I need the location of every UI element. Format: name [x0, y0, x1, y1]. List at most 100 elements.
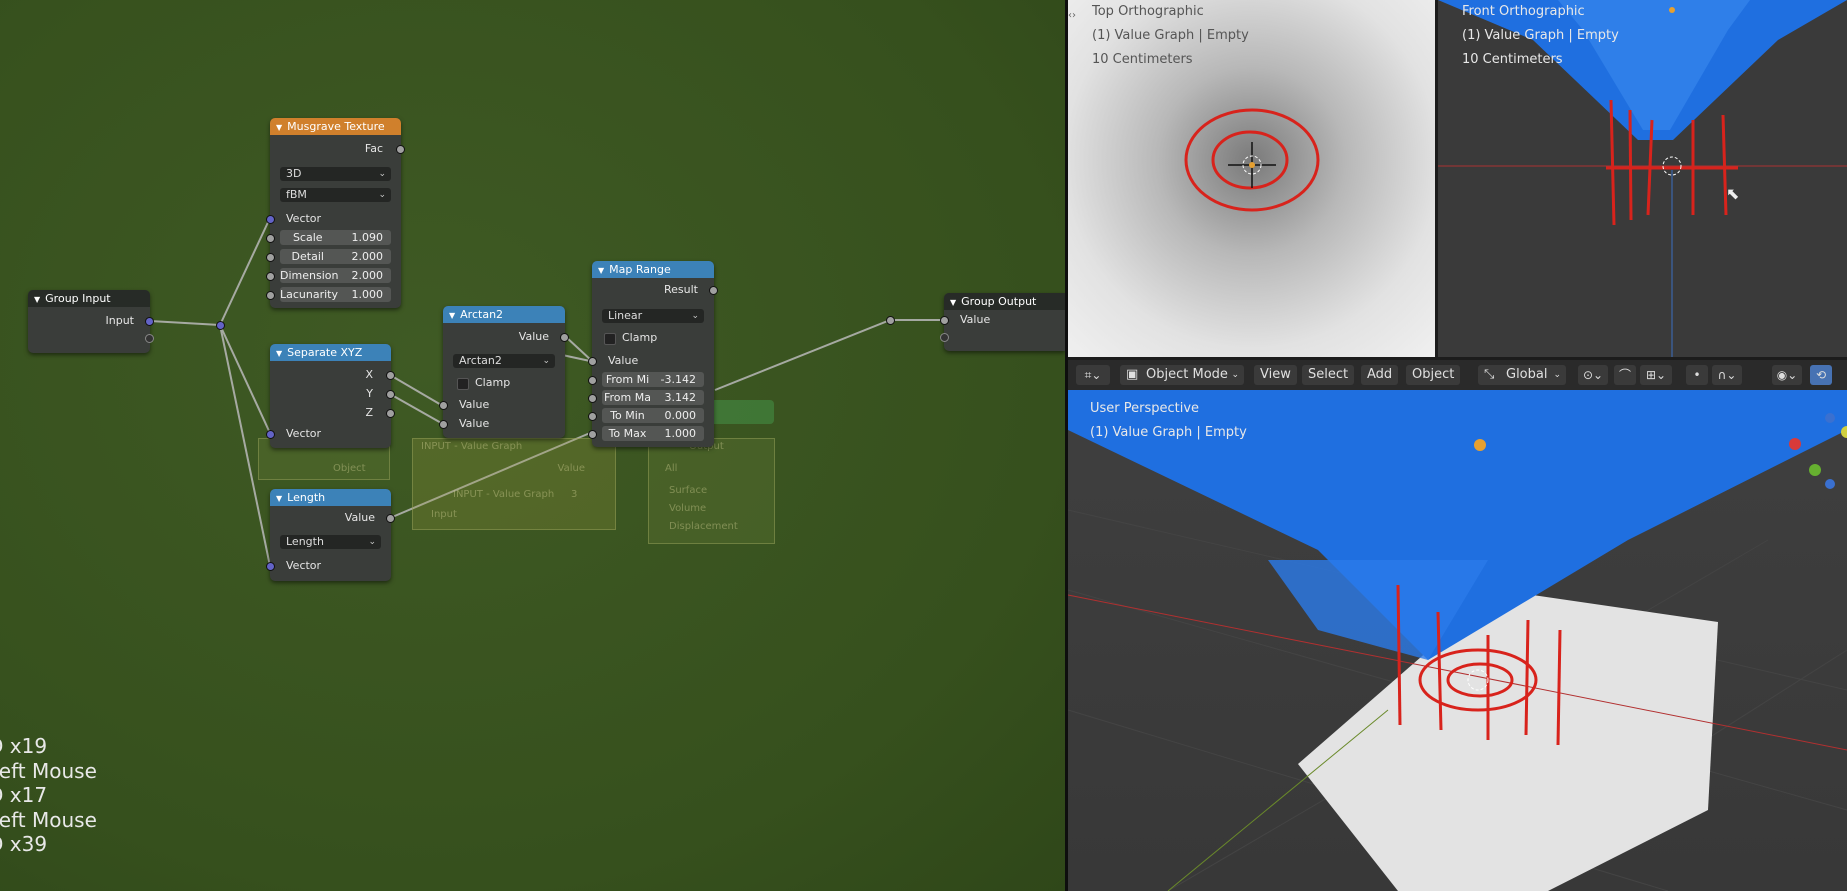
separate-z-socket[interactable] — [386, 409, 395, 418]
group-input-header[interactable]: ▼ Group Input — [28, 290, 150, 307]
collapse-icon[interactable]: ▼ — [950, 298, 956, 307]
top-ortho-scale: 10 Centimeters — [1092, 52, 1193, 67]
viewport-top-ortho[interactable]: Top Orthographic (1) Value Graph | Empty… — [1068, 0, 1435, 357]
group-output-value-socket[interactable] — [940, 316, 949, 325]
musgrave-dimension-field[interactable]: Dimension 2.000 — [280, 268, 391, 283]
map-range-header[interactable]: ▼ Map Range — [592, 261, 714, 278]
proportional-edit-icon[interactable]: • — [1686, 365, 1708, 385]
musgrave-vector-socket[interactable] — [266, 215, 275, 224]
separate-x-label: X — [365, 368, 373, 381]
front-ortho-object: (1) Value Graph | Empty — [1462, 28, 1619, 43]
group-output-node[interactable]: ▼ Group Output Value — [940, 293, 1065, 351]
arctan2-value2-socket[interactable] — [439, 420, 448, 429]
visibility-icon[interactable]: ◉⌄ — [1772, 365, 1802, 385]
map-range-from-max-socket[interactable] — [588, 394, 597, 403]
reroute-node[interactable] — [216, 321, 225, 330]
object-mode-select[interactable]: ▣ Object Mode ⌄ — [1120, 365, 1244, 385]
length-value-label: Value — [344, 511, 375, 524]
map-range-result-socket[interactable] — [709, 286, 718, 295]
editor-type-icon[interactable]: ⌗⌄ — [1076, 365, 1110, 385]
front-ortho-scale: 10 Centimeters — [1462, 52, 1563, 67]
map-range-from-min-field[interactable]: From Mi -3.142 — [602, 372, 704, 387]
length-node[interactable]: ▼ Length Value Length ⌄ Vector — [266, 489, 395, 581]
collapse-icon[interactable]: ▼ — [598, 266, 604, 275]
pivot-point-icon[interactable]: ⊙⌄ — [1578, 365, 1608, 385]
group-input-node[interactable]: ▼ Group Input Input — [28, 290, 154, 353]
chevron-down-icon: ⌄ — [378, 190, 386, 200]
viewport-front-ortho[interactable]: Front Orthographic (1) Value Graph | Emp… — [1438, 0, 1847, 357]
menu-select[interactable]: Select — [1302, 365, 1355, 385]
musgrave-scale-socket[interactable] — [266, 234, 275, 243]
reroute-node[interactable] — [886, 316, 895, 325]
length-operation-select[interactable]: Length ⌄ — [280, 535, 381, 549]
menu-object[interactable]: Object — [1406, 365, 1461, 385]
musgrave-detail-field[interactable]: Detail 2.000 — [280, 249, 391, 264]
musgrave-scale-field[interactable]: Scale 1.090 — [280, 230, 391, 245]
musgrave-fac-socket[interactable] — [396, 145, 405, 154]
node-editor[interactable]: INPUT - Value Graph Value INPUT - Value … — [0, 0, 1065, 891]
map-range-to-max-field[interactable]: To Max 1.000 — [602, 426, 704, 441]
map-range-clamp-checkbox[interactable] — [604, 333, 616, 345]
top-ortho-view-name: Top Orthographic — [1092, 4, 1204, 19]
musgrave-texture-node[interactable]: ▼ Musgrave Texture Fac 3D ⌄ fBM ⌄ Vector Sc… — [266, 118, 405, 308]
separate-xyz-node[interactable]: ▼ Separate XYZ X Y Z Vector — [266, 344, 395, 448]
map-range-from-min-socket[interactable] — [588, 376, 597, 385]
musgrave-dimension-socket[interactable] — [266, 272, 275, 281]
map-range-to-max-socket[interactable] — [588, 430, 597, 439]
collapse-icon[interactable]: ▼ — [449, 311, 455, 320]
arctan2-value1-socket[interactable] — [439, 401, 448, 410]
arctan2-clamp-checkbox[interactable] — [457, 378, 469, 390]
collapse-arrows-icon[interactable]: ‹› — [1068, 10, 1076, 21]
map-range-to-min-field[interactable]: To Min 0.000 — [602, 408, 704, 423]
musgrave-lacunarity-field[interactable]: Lacunarity 1.000 — [280, 287, 391, 302]
map-range-interpolation-select[interactable]: Linear ⌄ — [602, 309, 704, 323]
front-ortho-view-name: Front Orthographic — [1462, 4, 1585, 19]
length-header[interactable]: ▼ Length — [270, 489, 391, 506]
menu-view[interactable]: View — [1254, 365, 1297, 385]
collapse-icon[interactable]: ▼ — [276, 123, 282, 132]
chevron-down-icon: ⌄ — [1231, 370, 1239, 380]
snap-target-icon[interactable]: ⊞⌄ — [1640, 365, 1672, 385]
map-range-to-min-socket[interactable] — [588, 412, 597, 421]
length-value-socket[interactable] — [386, 514, 395, 523]
musgrave-dimension-select[interactable]: 3D ⌄ — [280, 167, 391, 181]
key-overlay-line: D x39 — [0, 832, 48, 856]
separate-y-label: Y — [366, 387, 373, 400]
collapse-icon[interactable]: ▼ — [276, 349, 282, 358]
group-input-input-label: Input — [105, 314, 134, 327]
menu-add[interactable]: Add — [1361, 365, 1399, 385]
arctan2-value-out-socket[interactable] — [560, 333, 569, 342]
gizmo-toggle-icon[interactable]: ⟲ — [1810, 365, 1832, 385]
viewport-perspective[interactable]: User Perspective (1) Value Graph | Empty — [1068, 390, 1847, 891]
group-input-input-socket[interactable] — [145, 317, 154, 326]
navigation-gizmo[interactable] — [1778, 400, 1847, 490]
transform-orientation-select[interactable]: ⤡ Global ⌄ — [1478, 365, 1566, 385]
arctan2-clamp-label: Clamp — [475, 376, 511, 389]
separate-x-socket[interactable] — [386, 371, 395, 380]
ghost-title: INPUT - Value Graph — [421, 441, 523, 452]
group-output-empty-socket[interactable] — [940, 333, 949, 342]
separate-vector-socket[interactable] — [266, 430, 275, 439]
arctan2-value1-label: Value — [459, 398, 490, 411]
separate-xyz-header[interactable]: ▼ Separate XYZ — [270, 344, 391, 361]
falloff-icon[interactable]: ∩⌄ — [1712, 365, 1742, 385]
map-range-node[interactable]: ▼ Map Range Result Linear ⌄ Clamp Value Fr… — [588, 261, 718, 447]
chevron-down-icon: ⌄ — [691, 311, 699, 321]
arctan2-header[interactable]: ▼ Arctan2 — [443, 306, 565, 323]
musgrave-header[interactable]: ▼ Musgrave Texture — [270, 118, 401, 135]
map-range-from-max-field[interactable]: From Ma 3.142 — [602, 390, 704, 405]
snap-icon[interactable]: ⌒ — [1614, 365, 1636, 385]
musgrave-detail-socket[interactable] — [266, 253, 275, 262]
musgrave-fac-label: Fac — [364, 142, 383, 155]
collapse-icon[interactable]: ▼ — [276, 494, 282, 503]
collapse-icon[interactable]: ▼ — [34, 295, 40, 304]
map-range-value-socket[interactable] — [588, 357, 597, 366]
musgrave-lacunarity-socket[interactable] — [266, 291, 275, 300]
separate-y-socket[interactable] — [386, 390, 395, 399]
length-vector-socket[interactable] — [266, 562, 275, 571]
group-output-header[interactable]: ▼ Group Output — [944, 293, 1065, 310]
musgrave-type-select[interactable]: fBM ⌄ — [280, 188, 391, 202]
group-input-empty-socket[interactable] — [145, 334, 154, 343]
arctan2-node[interactable]: ▼ Arctan2 Value Arctan2 ⌄ Clamp Value Valu… — [439, 306, 569, 438]
arctan2-operation-select[interactable]: Arctan2 ⌄ — [453, 354, 555, 368]
